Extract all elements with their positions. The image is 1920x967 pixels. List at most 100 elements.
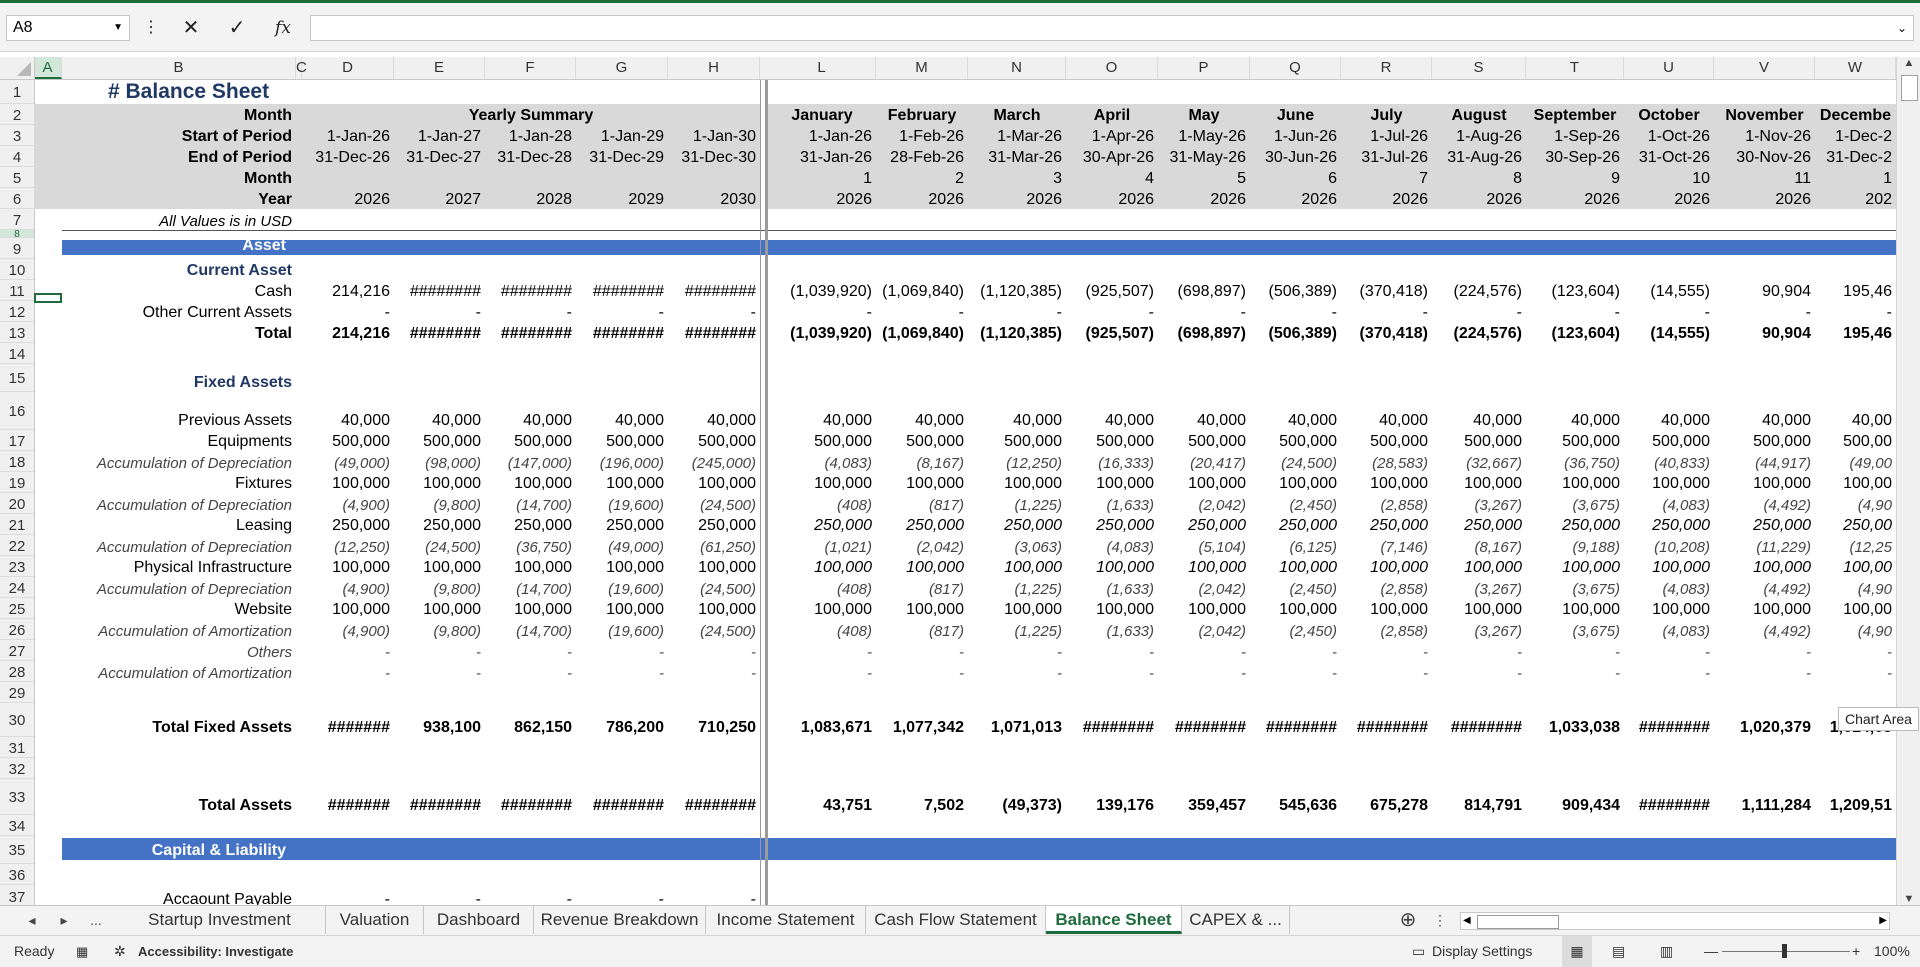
monthly-value[interactable]: 31-Jul-26: [1341, 146, 1432, 167]
monthly-value[interactable]: (5,104): [1158, 535, 1250, 556]
yearly-value[interactable]: 100,000: [302, 598, 394, 619]
monthly-value[interactable]: 10: [1624, 167, 1714, 188]
monthly-value[interactable]: 1,071,013: [968, 703, 1066, 737]
monthly-value[interactable]: (4,90: [1815, 493, 1896, 514]
monthly-value[interactable]: (408): [768, 493, 876, 514]
yearly-value[interactable]: ########: [576, 280, 668, 301]
column-header-w[interactable]: W: [1815, 57, 1896, 79]
yearly-value[interactable]: #######: [302, 703, 394, 737]
monthly-value[interactable]: 30-Nov-26: [1714, 146, 1815, 167]
month-header[interactable]: October: [1624, 104, 1714, 125]
yearly-value[interactable]: 40,000: [576, 392, 668, 430]
monthly-value[interactable]: [1432, 885, 1526, 905]
yearly-value[interactable]: 40,000: [394, 392, 485, 430]
monthly-value[interactable]: 100,000: [876, 598, 968, 619]
monthly-value[interactable]: 4: [1066, 167, 1158, 188]
monthly-value[interactable]: 100,000: [1250, 598, 1341, 619]
monthly-value[interactable]: 2026: [876, 188, 968, 209]
monthly-value[interactable]: ########: [1341, 703, 1432, 737]
monthly-value[interactable]: 1-Sep-26: [1526, 125, 1624, 146]
yearly-value[interactable]: 40,000: [302, 392, 394, 430]
monthly-value[interactable]: [1714, 885, 1815, 905]
monthly-value[interactable]: 6: [1250, 167, 1341, 188]
monthly-value[interactable]: (1,120,385): [968, 280, 1066, 301]
row-header-6[interactable]: 6: [0, 188, 34, 209]
monthly-value[interactable]: ########: [1158, 703, 1250, 737]
column-header-u[interactable]: U: [1624, 57, 1714, 79]
yearly-value[interactable]: 31-Dec-27: [394, 146, 485, 167]
monthly-value[interactable]: 250,000: [1250, 514, 1341, 535]
monthly-value[interactable]: 2026: [1432, 188, 1526, 209]
monthly-value[interactable]: 100,000: [1526, 472, 1624, 493]
monthly-value[interactable]: 1-Jul-26: [1341, 125, 1432, 146]
monthly-value[interactable]: 100,000: [1714, 472, 1815, 493]
monthly-value[interactable]: 1-May-26: [1158, 125, 1250, 146]
yearly-value[interactable]: ########: [394, 280, 485, 301]
monthly-value[interactable]: 100,000: [1714, 598, 1815, 619]
monthly-value[interactable]: (224,576): [1432, 322, 1526, 343]
monthly-value[interactable]: 40,000: [1250, 392, 1341, 430]
monthly-value[interactable]: (817): [876, 577, 968, 598]
yearly-value[interactable]: ########: [576, 322, 668, 343]
yearly-value[interactable]: -: [668, 661, 760, 682]
monthly-value[interactable]: -: [876, 661, 968, 682]
column-header-v[interactable]: V: [1714, 57, 1815, 79]
column-header-b[interactable]: B: [62, 57, 296, 79]
monthly-value[interactable]: 8: [1432, 167, 1526, 188]
monthly-value[interactable]: -: [1624, 661, 1714, 682]
page-break-view-icon[interactable]: ▥: [1660, 936, 1673, 967]
monthly-value[interactable]: 100,000: [968, 598, 1066, 619]
monthly-value[interactable]: 1-Apr-26: [1066, 125, 1158, 146]
yearly-value[interactable]: -: [668, 885, 760, 905]
yearly-value[interactable]: (9,800): [394, 577, 485, 598]
monthly-value[interactable]: (14,555): [1624, 280, 1714, 301]
yearly-value[interactable]: ########: [394, 779, 485, 815]
yearly-value[interactable]: 250,000: [394, 514, 485, 535]
yearly-value[interactable]: (49,000): [576, 535, 668, 556]
monthly-value[interactable]: (2,450): [1250, 619, 1341, 640]
monthly-value[interactable]: (3,267): [1432, 619, 1526, 640]
column-header-d[interactable]: D: [302, 57, 394, 79]
monthly-value[interactable]: 100,000: [768, 556, 876, 577]
monthly-value[interactable]: 139,176: [1066, 779, 1158, 815]
monthly-value[interactable]: 100,000: [1158, 598, 1250, 619]
column-header-o[interactable]: O: [1066, 57, 1158, 79]
monthly-value[interactable]: (7,146): [1341, 535, 1432, 556]
row-header-30[interactable]: 30: [0, 703, 34, 737]
row-label[interactable]: Accumulation of Amortization: [62, 661, 296, 682]
scroll-down-icon[interactable]: ▼: [1897, 893, 1920, 905]
header-fill-a[interactable]: [34, 146, 62, 167]
monthly-value[interactable]: 2026: [1341, 188, 1432, 209]
row-label[interactable]: Total Assets: [62, 779, 296, 815]
monthly-value[interactable]: 40,000: [1624, 392, 1714, 430]
monthly-value[interactable]: (3,063): [968, 535, 1066, 556]
monthly-value[interactable]: (4,083): [1624, 493, 1714, 514]
sheet-options-icon[interactable]: ⋮: [1426, 906, 1454, 934]
monthly-value[interactable]: 40,000: [1432, 392, 1526, 430]
yearly-value[interactable]: (196,000): [576, 451, 668, 472]
row-header-10[interactable]: 10: [0, 259, 34, 280]
row-label[interactable]: Others: [62, 640, 296, 661]
monthly-value[interactable]: 90,904: [1714, 322, 1815, 343]
row-label[interactable]: Accumulation of Depreciation: [62, 577, 296, 598]
monthly-value[interactable]: 100,00: [1815, 472, 1896, 493]
monthly-value[interactable]: (3,267): [1432, 577, 1526, 598]
monthly-value[interactable]: (4,083): [1624, 577, 1714, 598]
yearly-value[interactable]: 2026: [302, 188, 394, 209]
yearly-value[interactable]: -: [485, 640, 576, 661]
tab-more-button[interactable]: ...: [82, 906, 110, 934]
horizontal-scrollbar[interactable]: ◀ ▶: [1460, 912, 1890, 930]
monthly-value[interactable]: 500,000: [1341, 430, 1432, 451]
yearly-value[interactable]: (4,900): [302, 619, 394, 640]
tab-scroll-next-icon[interactable]: ▸: [50, 906, 78, 934]
yearly-value[interactable]: -: [394, 640, 485, 661]
yearly-value[interactable]: -: [576, 640, 668, 661]
monthly-value[interactable]: 2026: [768, 188, 876, 209]
monthly-value[interactable]: (2,858): [1341, 577, 1432, 598]
monthly-value[interactable]: 100,000: [1714, 556, 1815, 577]
monthly-value[interactable]: 40,000: [968, 392, 1066, 430]
monthly-value[interactable]: 100,000: [1526, 556, 1624, 577]
yearly-value[interactable]: -: [576, 301, 668, 322]
row-header-5[interactable]: 5: [0, 167, 34, 188]
yearly-value[interactable]: #######: [302, 779, 394, 815]
